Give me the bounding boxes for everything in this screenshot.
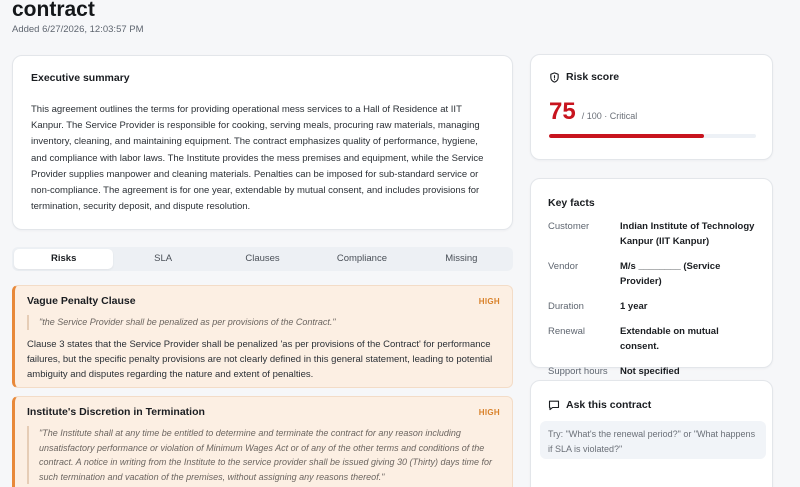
risk-quote: "the Service Provider shall be penalized… [27,315,500,330]
severity-badge: HIGH [478,296,500,306]
risk-score-level: / 100 · Critical [581,111,638,121]
page-title: contract [12,0,95,21]
executive-summary-text: This agreement outlines the terms for pr… [31,104,484,213]
risk-title: Institute's Discretion in Termination [27,406,205,418]
tab-compliance[interactable]: Compliance [312,249,411,269]
risk-description: Clause 3 states that the Service Provide… [27,338,493,380]
tab-clauses[interactable]: Clauses [213,249,312,269]
fact-label: Support hours [548,366,608,377]
fact-row-duration: Duration 1 year [548,299,755,314]
fact-label: Vendor [548,261,579,272]
tab-sla[interactable]: SLA [113,249,212,269]
fact-value: 1 year [620,301,648,312]
tab-missing[interactable]: Missing [412,249,511,269]
executive-summary-heading: Executive summary [31,72,130,84]
shield-icon [549,71,560,83]
risk-score-heading: Risk score [566,71,620,83]
fact-value: Extendable on mutual consent. [620,326,719,352]
fact-row-vendor: Vendor M/s ________ (Service Provider) [548,259,755,289]
risk-title: Vague Penalty Clause [27,295,136,307]
fact-value: M/s ________ (Service Provider) [620,261,721,287]
risk-score-value: 75 [549,98,576,125]
risk-quote: "The Institute shall at any time be enti… [27,426,500,484]
fact-row-support-hours: Support hours Not specified [548,364,755,379]
ask-contract-card: Ask this contract Try: "What's the renew… [530,380,773,487]
tab-bar: Risks SLA Clauses Compliance Missing [12,247,513,271]
fact-label: Renewal [548,326,585,337]
fact-row-renewal: Renewal Extendable on mutual consent. [548,324,755,354]
ask-contract-heading: Ask this contract [566,399,652,411]
executive-summary-card: Executive summary This agreement outline… [12,55,513,230]
chat-bubble-icon [548,400,560,411]
fact-value: Not specified [620,366,680,377]
key-facts-heading: Key facts [548,197,595,209]
fact-label: Duration [548,301,584,312]
risk-item: Institute's Discretion in Termination HI… [12,396,513,487]
fact-value: Indian Institute of Technology Kanpur (I… [620,221,755,247]
added-timestamp: Added 6/27/2026, 12:03:57 PM [12,24,144,35]
fact-label: Customer [548,221,590,232]
severity-badge: HIGH [478,407,500,417]
risk-score-bar-fill [549,134,705,138]
ask-input[interactable]: Try: "What's the renewal period?" or "Wh… [540,421,766,459]
key-facts-card: Key facts Customer Indian Institute of T… [530,178,773,377]
risk-item: Vague Penalty Clause HIGH "the Service P… [12,285,513,388]
tab-risks[interactable]: Risks [14,249,114,269]
fact-row-customer: Customer Indian Institute of Technology … [548,219,755,249]
risk-score-bar [549,134,756,138]
risk-score-card: Risk score 75 / 100 · Critical [530,54,773,160]
